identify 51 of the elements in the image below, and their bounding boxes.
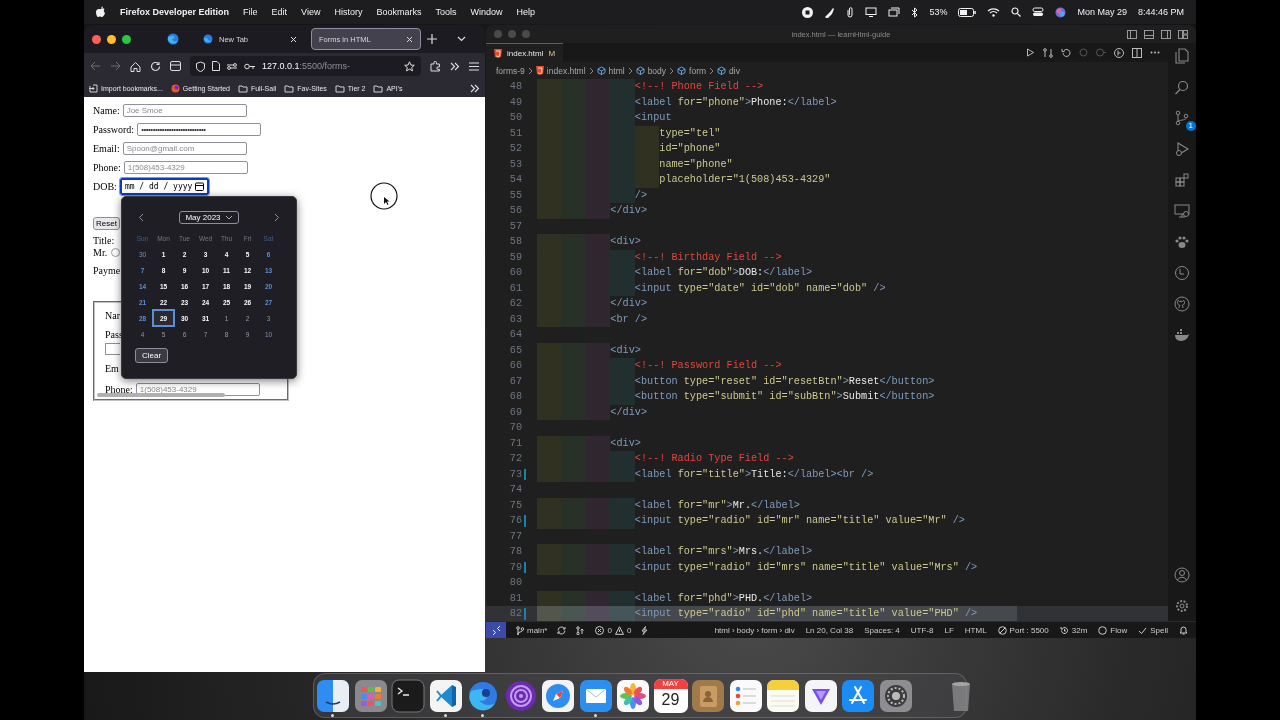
field-label: Phone: xyxy=(93,161,121,173)
line-number: 72 xyxy=(508,453,522,465)
line-number: 63 xyxy=(508,313,522,325)
field-label: Name: xyxy=(93,104,120,116)
line-number: 76 xyxy=(508,515,522,527)
line-number: 74 xyxy=(508,484,522,496)
field-label: DOB: xyxy=(93,180,117,192)
line-number: 78 xyxy=(508,546,522,558)
line-number: 75 xyxy=(508,499,522,511)
modified-label: M xyxy=(548,48,556,58)
field-label: Phone: xyxy=(105,383,133,395)
line-number: 79 xyxy=(508,561,522,573)
line-number: 54 xyxy=(508,174,522,186)
line-number: 81 xyxy=(508,592,522,604)
field-label: Password: xyxy=(93,123,135,135)
field-label: Payme xyxy=(93,265,121,276)
line-number: 62 xyxy=(508,298,522,310)
line-number: 65 xyxy=(508,344,522,356)
line-number: 59 xyxy=(508,251,522,263)
line-number: 50 xyxy=(508,112,522,124)
line-number: 71 xyxy=(508,437,522,449)
line-number: 77 xyxy=(508,530,522,542)
count-badge: 1 xyxy=(1185,121,1196,131)
field-label: Email: xyxy=(93,142,120,154)
line-number: 60 xyxy=(508,267,522,279)
line-number: 67 xyxy=(508,375,522,387)
line-number: 57 xyxy=(508,220,522,232)
line-number: 82 xyxy=(508,608,522,620)
line-number: 55 xyxy=(508,189,522,201)
battery-percent: 53% xyxy=(929,7,948,17)
line-number: 49 xyxy=(508,96,522,108)
line-number: 80 xyxy=(508,577,522,589)
line-number: 48 xyxy=(508,81,522,93)
line-number: 53 xyxy=(508,158,522,170)
line-number: 69 xyxy=(508,406,522,418)
field-label: Title: xyxy=(93,235,115,246)
line-number: 68 xyxy=(508,391,522,403)
line-number: 70 xyxy=(508,422,522,434)
line-number: 51 xyxy=(508,127,522,139)
calendar-month: MAY xyxy=(653,678,688,689)
line-number: 56 xyxy=(508,205,522,217)
radio-label: Mr. xyxy=(93,246,108,258)
line-number: 52 xyxy=(508,143,522,155)
field-label: Em xyxy=(105,363,119,374)
line-number: 73 xyxy=(508,468,522,480)
line-number: 58 xyxy=(508,236,522,248)
line-number: 66 xyxy=(508,360,522,372)
line-number: 64 xyxy=(508,329,522,341)
calendar-day: 29 xyxy=(661,688,680,711)
field-label: Nar xyxy=(105,310,120,321)
line-number: 61 xyxy=(508,282,522,294)
